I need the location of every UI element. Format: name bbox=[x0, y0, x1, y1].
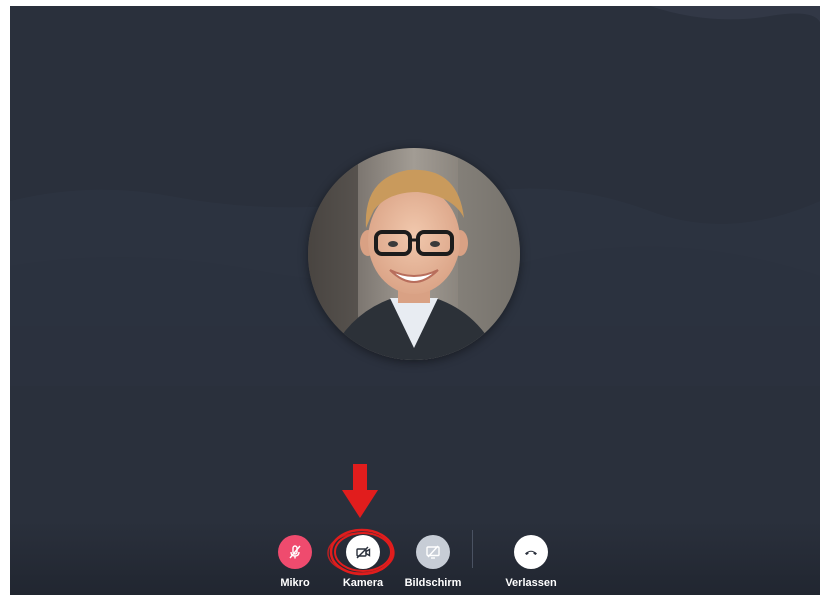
screen-share-off-icon bbox=[426, 545, 440, 559]
toolbar-separator bbox=[472, 530, 473, 568]
camera-off-icon bbox=[356, 546, 371, 559]
camera-control[interactable]: Kamera bbox=[323, 535, 403, 589]
camera-label: Kamera bbox=[342, 577, 384, 589]
leave-call-button[interactable] bbox=[514, 535, 548, 569]
camera-toggle-button[interactable] bbox=[346, 535, 380, 569]
leave-label: Verlassen bbox=[505, 577, 557, 589]
screen-label: Bildschirm bbox=[404, 577, 462, 589]
screen-share-button[interactable] bbox=[416, 535, 450, 569]
microphone-off-icon bbox=[289, 545, 301, 559]
screen-control[interactable]: Bildschirm bbox=[393, 535, 473, 589]
video-call-stage bbox=[10, 6, 820, 595]
participant-avatar bbox=[308, 148, 520, 360]
mic-toggle-button[interactable] bbox=[278, 535, 312, 569]
leave-control[interactable]: Verlassen bbox=[491, 535, 571, 589]
hang-up-icon bbox=[525, 550, 537, 555]
